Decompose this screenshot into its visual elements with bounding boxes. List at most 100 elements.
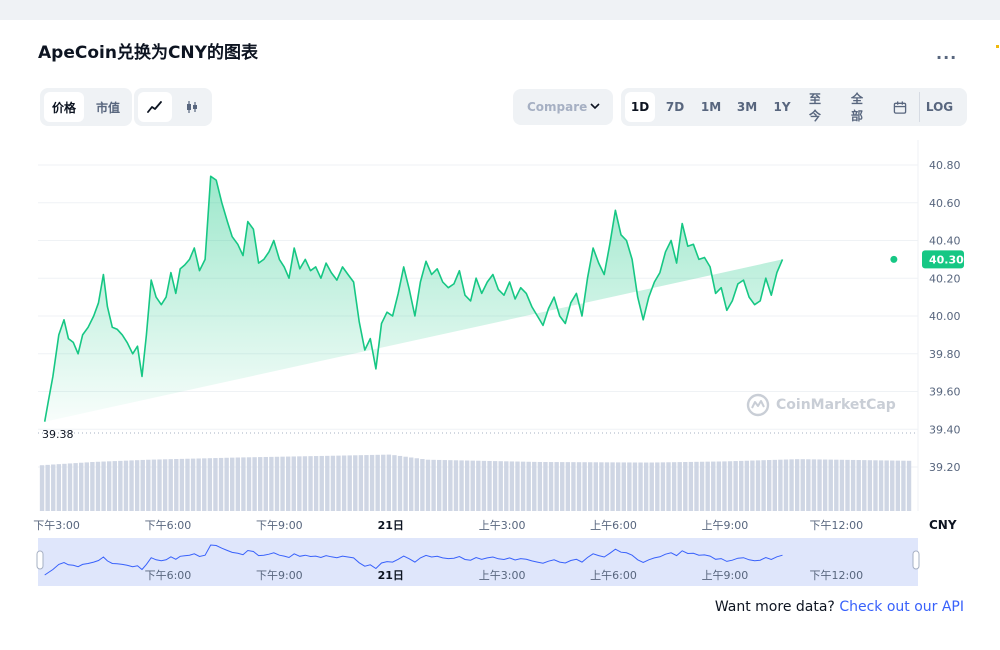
volume-bar — [599, 462, 604, 511]
volume-bar — [560, 462, 565, 511]
volume-bar — [694, 461, 699, 511]
volume-bar — [828, 459, 833, 511]
y-tick-label: 39.40 — [929, 423, 961, 436]
volume-bars — [39, 454, 912, 511]
volume-bar — [101, 461, 106, 511]
volume-bar — [464, 460, 470, 511]
volume-bar — [492, 461, 498, 511]
volume-bar — [683, 462, 688, 511]
volume-bar — [711, 461, 716, 511]
volume-bar — [157, 459, 162, 511]
volume-bar — [554, 462, 559, 511]
volume-bar — [95, 461, 101, 511]
y-tick-label: 39.60 — [929, 386, 961, 399]
volume-bar — [258, 457, 263, 511]
volume-bar — [845, 459, 850, 511]
x-tick-label: 下午6:00 — [145, 519, 192, 532]
volume-bar — [688, 461, 694, 511]
volume-bar — [185, 458, 190, 511]
current-price-label: 40.30 — [929, 253, 964, 266]
navigator-tick-label: 上午3:00 — [479, 569, 526, 582]
coinmarketcap-logo-icon — [746, 393, 770, 417]
volume-bar — [79, 462, 84, 511]
range-navigator[interactable]: 下午6:00 下午9:00 21日 上午3:00 上午6:00 上午9:00 下午12:00 — [36, 538, 920, 586]
volume-bar — [442, 460, 447, 511]
volume-bar — [800, 459, 805, 511]
volume-bar — [453, 460, 459, 511]
volume-bar — [615, 462, 621, 511]
volume-bar — [884, 460, 889, 511]
volume-bar — [890, 460, 895, 511]
volume-bar — [448, 460, 453, 511]
volume-bar — [660, 462, 666, 511]
y-tick-label: 39.20 — [929, 461, 961, 474]
y-tick-label: 40.80 — [929, 159, 961, 172]
navigator-tick-label: 下午12:00 — [809, 569, 863, 582]
volume-bar — [112, 461, 117, 511]
volume-bar — [364, 455, 369, 511]
x-tick-label: 下午12:00 — [809, 519, 863, 532]
volume-bar — [146, 459, 151, 511]
navigator-handle-right[interactable] — [912, 550, 920, 570]
volume-bar — [778, 459, 783, 511]
x-tick-label: 上午3:00 — [479, 519, 526, 532]
volume-bar — [548, 462, 554, 511]
volume-bar — [56, 464, 62, 511]
watermark: CoinMarketCap — [746, 393, 896, 417]
x-tick-label: 21日 — [378, 519, 404, 532]
volume-bar — [649, 462, 654, 511]
volume-bar — [224, 457, 229, 511]
volume-bar — [274, 456, 280, 511]
volume-bar — [520, 461, 526, 511]
volume-bar — [705, 461, 710, 511]
volume-bar — [878, 460, 884, 511]
volume-bar — [906, 460, 912, 511]
volume-bar — [190, 458, 196, 511]
volume-bar — [604, 462, 610, 511]
volume-bar — [867, 460, 873, 511]
volume-bar — [252, 457, 257, 511]
volume-bar — [806, 459, 811, 511]
volume-bar — [537, 461, 543, 511]
volume-bar — [313, 456, 319, 511]
volume-bar — [571, 462, 576, 511]
volume-bar — [750, 460, 755, 511]
volume-bar — [716, 461, 722, 511]
volume-bar — [783, 459, 789, 511]
volume-bar — [761, 460, 766, 511]
volume-bar — [744, 460, 750, 511]
volume-bar — [459, 460, 464, 511]
volume-bar — [45, 464, 50, 511]
volume-bar — [431, 459, 436, 511]
api-link[interactable]: Check out our API — [839, 599, 964, 615]
volume-bar — [677, 462, 682, 511]
volume-bar — [129, 460, 134, 511]
volume-bar — [218, 457, 224, 511]
volume-bar — [627, 462, 632, 511]
price-chart[interactable]: 40.80 40.60 40.40 40.20 40.00 39.80 39.60 39.40… — [0, 0, 1000, 650]
volume-bar — [767, 460, 772, 511]
volume-bar — [269, 456, 274, 511]
navigator-handle-left[interactable] — [36, 550, 44, 570]
volume-bar — [213, 458, 218, 511]
volume-bar — [789, 459, 794, 511]
volume-bar — [593, 462, 598, 511]
volume-bar — [772, 459, 777, 511]
x-tick-label: 下午9:00 — [256, 519, 303, 532]
volume-bar — [106, 461, 112, 511]
volume-bar — [409, 457, 414, 511]
volume-bar — [794, 459, 800, 511]
y-tick-label: 40.40 — [929, 235, 961, 248]
volume-bar — [403, 456, 408, 511]
volume-bar — [369, 454, 375, 511]
volume-bar — [162, 459, 168, 511]
volume-bar — [576, 462, 582, 511]
navigator-tick-label: 上午9:00 — [702, 569, 749, 582]
volume-bar — [397, 455, 403, 511]
volume-bar — [481, 460, 487, 511]
volume-bar — [235, 457, 241, 511]
volume-bar — [436, 459, 442, 511]
volume-bar — [207, 458, 213, 511]
x-tick-label: 上午9:00 — [702, 519, 749, 532]
volume-bar — [839, 459, 845, 511]
